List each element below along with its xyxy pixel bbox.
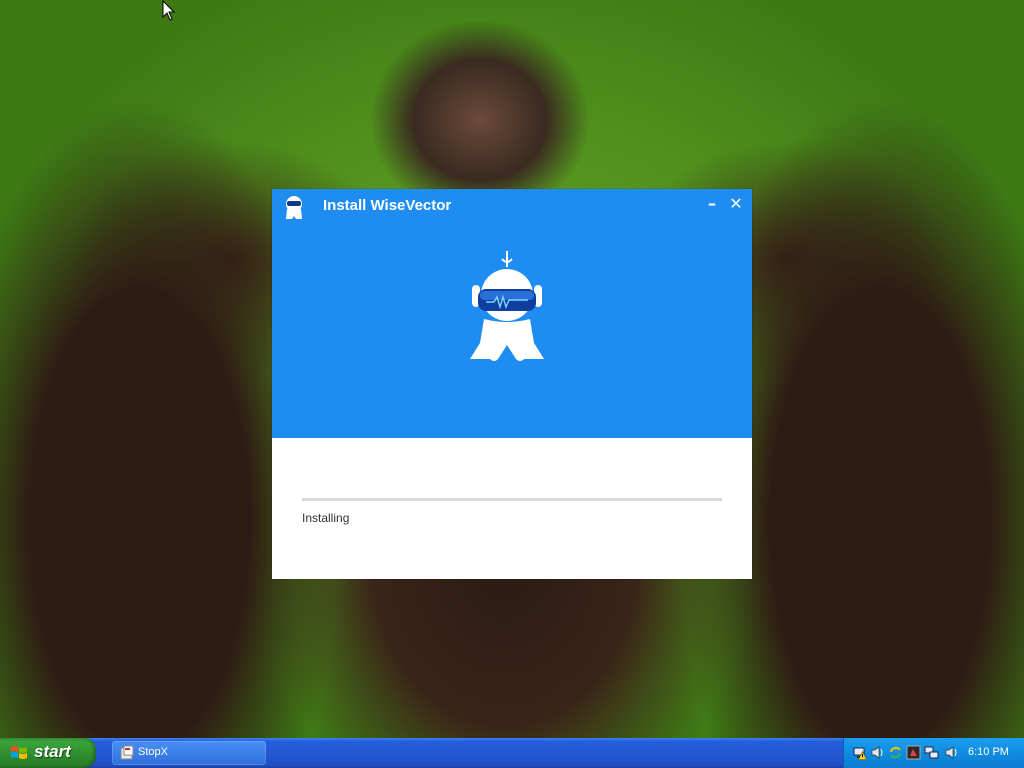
installer-header: Install WiseVector – ✕ [272,189,752,438]
app-logo-icon [286,196,302,219]
app-icon [120,745,134,760]
close-button[interactable]: ✕ [727,195,745,213]
volume-icon[interactable] [870,745,885,760]
clock[interactable]: 6:10 PM [968,746,1009,758]
window-title: Install WiseVector [323,197,452,214]
robot-logo-icon [470,251,544,361]
speaker-icon[interactable] [944,745,959,760]
refresh-icon[interactable] [888,745,903,760]
start-label: start [34,742,71,761]
taskbar-item-label: StopX [138,746,168,758]
minimize-button[interactable]: – [703,195,721,213]
network-connection-icon[interactable] [924,745,939,760]
taskbar: start StopX 6:10 PM [0,738,1024,768]
start-button[interactable]: start [0,738,96,768]
warning-icon[interactable] [858,751,867,760]
system-tray: 6:10 PM [843,738,1024,768]
minimize-icon: – [708,194,716,213]
progress-bar [302,498,722,501]
status-label: Installing [302,511,350,525]
taskbar-item-stopx[interactable]: StopX [112,741,266,765]
mouse-cursor-icon [162,0,176,21]
close-icon: ✕ [729,194,743,213]
installer-window: Install WiseVector – ✕ Installing [272,189,752,579]
security-icon[interactable] [906,745,921,760]
windows-logo-icon [11,746,27,759]
